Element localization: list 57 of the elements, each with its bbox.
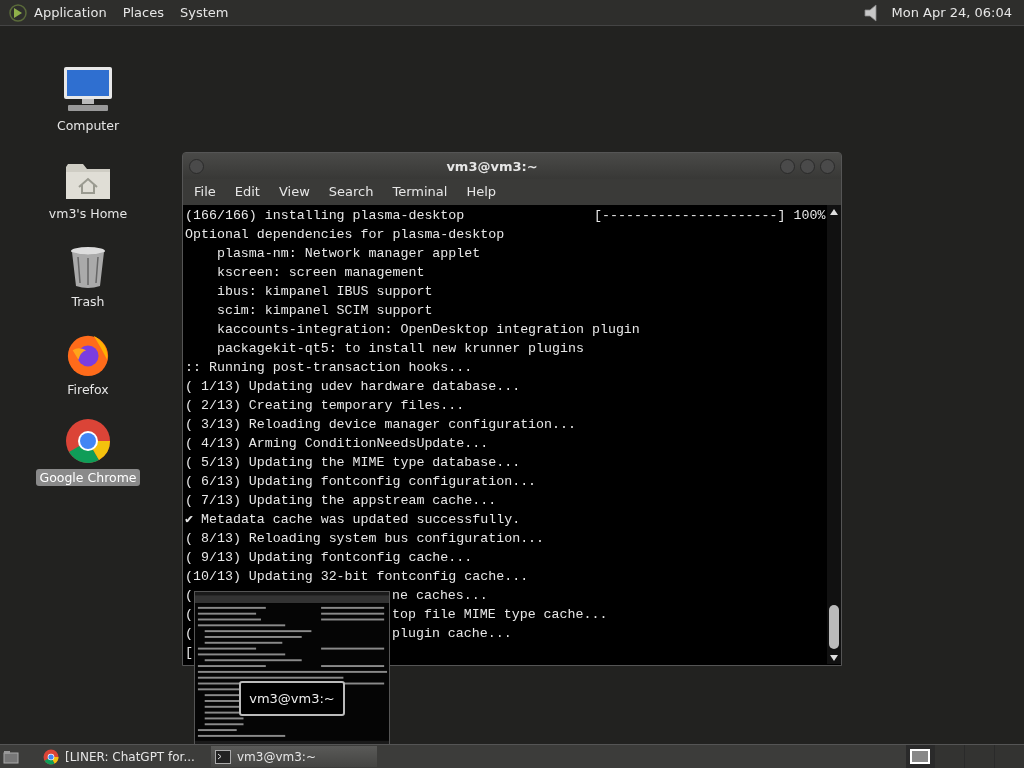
menu-item[interactable]: Help	[459, 183, 505, 199]
progress-text: [----------------------] 100%	[594, 207, 826, 225]
terminal-line: ( 4/13) Arming ConditionNeedsUpdate...	[185, 435, 489, 453]
window-preview[interactable]: vm3@vm3:~	[194, 591, 390, 745]
taskbar-button[interactable]: vm3@vm3:~	[211, 746, 377, 767]
terminal-line: (10/13) Updating 32-bit fontconfig cache...	[185, 568, 529, 586]
trash-icon[interactable]	[68, 245, 108, 289]
window-title: vm3@vm3:~	[445, 158, 539, 174]
terminal-line: kaccounts-integration: OpenDesktop integration plugin	[215, 321, 640, 339]
chrome-icon	[43, 748, 59, 765]
workspace-button[interactable]	[906, 745, 934, 768]
terminal-line: ( 9/13) Updating fontconfig cache...	[185, 549, 473, 567]
taskbar-button[interactable]: [LINER: ChatGPT for...	[39, 746, 205, 767]
menu-item[interactable]: Search	[321, 183, 382, 199]
terminal-line: (	[185, 625, 193, 643]
terminal-line: kscreen: screen management	[215, 264, 425, 282]
terminal-line: ( 7/13) Updating the appstream cache...	[185, 492, 497, 510]
terminal-line: top file MIME type cache...	[392, 606, 608, 624]
clock[interactable]: Mon Apr 24, 06:04	[891, 5, 1012, 20]
desktop-icon-label[interactable]: vm3's Home	[45, 205, 131, 222]
terminal-line: ( 1/13) Updating udev hardware database...	[185, 378, 521, 396]
desktop-icon-label[interactable]: Firefox	[64, 381, 112, 398]
menu-item[interactable]: File	[187, 183, 224, 199]
terminal-line: :: Running post-transaction hooks...	[185, 359, 473, 377]
terminal-line: (166/166) installing plasma-desktop	[185, 207, 465, 225]
panel-menu[interactable]: Application	[34, 5, 107, 20]
desktop-icon-label[interactable]: Trash	[68, 293, 108, 310]
terminal-line: ibus: kimpanel IBUS support	[215, 283, 433, 301]
show-desktop-icon[interactable]	[3, 749, 19, 764]
chrome-icon[interactable]	[64, 417, 112, 465]
terminal-line: packagekit-qt5: to install new krunner plugins	[215, 340, 584, 358]
terminal-line: Optional dependencies for plasma-desktop	[185, 226, 505, 244]
terminal-line: plugin cache...	[392, 625, 512, 643]
desktop-icon-label[interactable]: Computer	[53, 117, 123, 134]
menu-logo-icon[interactable]	[8, 2, 28, 23]
panel-menu[interactable]: Places	[122, 5, 164, 20]
home-folder-icon[interactable]	[65, 161, 111, 201]
tooltip: vm3@vm3:~	[239, 680, 345, 716]
menu-item[interactable]: Terminal	[385, 183, 456, 199]
scrollbar[interactable]	[827, 205, 841, 664]
terminal-line: ( 2/13) Creating temporary files...	[185, 397, 465, 415]
terminal-line: [	[185, 644, 193, 662]
terminal-line: ( 3/13) Reloading device manager configuration...	[185, 416, 576, 434]
terminal-line: ( 5/13) Updating the MIME type database...	[185, 454, 521, 472]
terminal-line: (	[185, 606, 193, 624]
panel-menu[interactable]: System	[180, 5, 229, 20]
terminal-line: ne caches...	[392, 587, 488, 605]
terminal-line: plasma-nm: Network manager applet	[215, 245, 481, 263]
terminal-line: ✔ Metadata cache was updated successfully.	[185, 511, 521, 529]
terminal-line: (	[185, 587, 193, 605]
terminal-line: ( 6/13) Updating fontconfig configuration...	[185, 473, 537, 491]
terminal-line: ( 8/13) Reloading system bus configuration...	[185, 530, 545, 548]
terminal-icon	[215, 749, 231, 764]
menu-item[interactable]: View	[271, 183, 318, 199]
terminal-line: scim: kimpanel SCIM support	[215, 302, 433, 320]
computer-icon[interactable]	[62, 65, 114, 113]
menu-item[interactable]: Edit	[227, 183, 268, 199]
